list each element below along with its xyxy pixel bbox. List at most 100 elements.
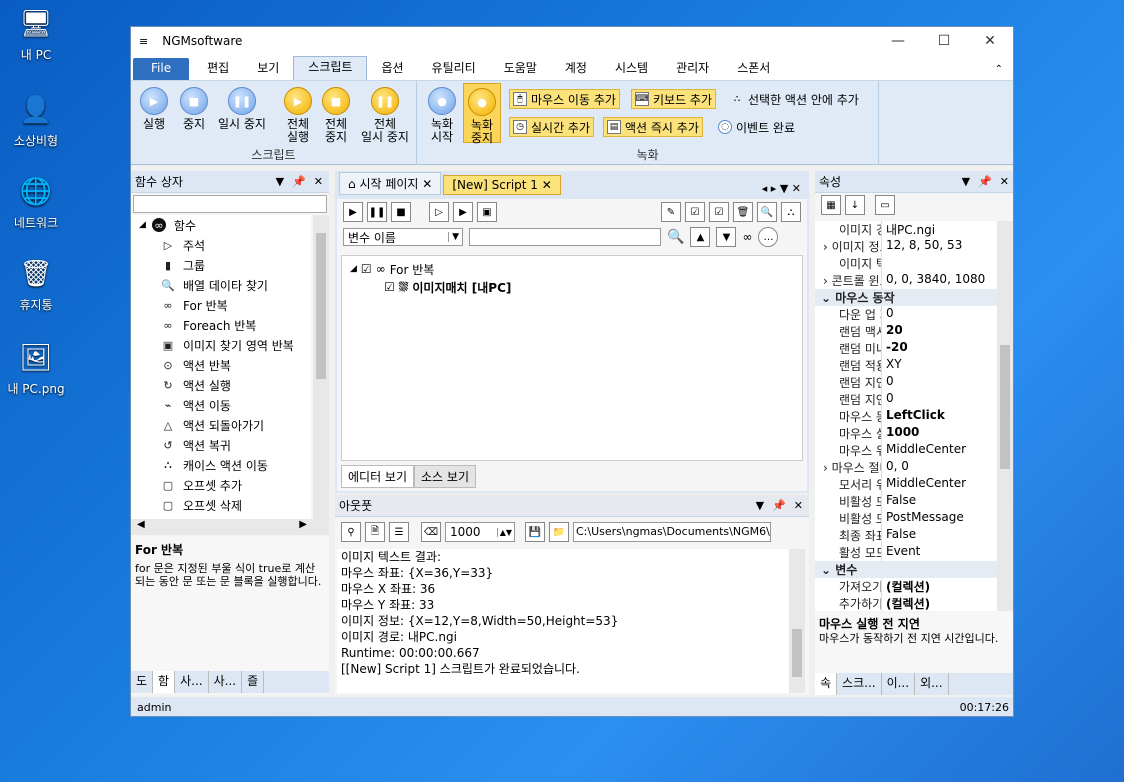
function-item[interactable]: ▣ 이미지 찾기 영역 반복 bbox=[139, 335, 311, 355]
tree-root[interactable]: ◢ ∞ 함수 bbox=[139, 215, 311, 235]
folder-icon[interactable]: 📁 bbox=[549, 522, 569, 542]
up-button[interactable]: ▲ bbox=[690, 227, 711, 247]
function-item[interactable]: △ 액션 되돌아가기 bbox=[139, 415, 311, 435]
menu-sponsor[interactable]: 스폰서 bbox=[723, 58, 784, 80]
record-stop-button[interactable]: ● 녹화 중지 bbox=[463, 83, 501, 145]
pin-icon[interactable]: 📌 bbox=[772, 499, 786, 512]
function-item[interactable]: ⊙ 액션 반복 bbox=[139, 355, 311, 375]
stop-all-button[interactable]: ■ 전체 중지 bbox=[319, 87, 353, 144]
search-icon[interactable]: 🔍 bbox=[757, 202, 777, 222]
property-row[interactable]: 마우스 동작LeftClick bbox=[815, 408, 997, 425]
property-row[interactable]: 이미지 경로내PC.ngi bbox=[815, 221, 997, 238]
log-path-input[interactable]: C:\Users\ngmas\Documents\NGM6\ bbox=[573, 522, 771, 542]
menu-file[interactable]: File bbox=[133, 58, 190, 80]
tab-properties[interactable]: 속 bbox=[815, 673, 838, 695]
function-item[interactable]: ↺ 액션 복귀 bbox=[139, 435, 311, 455]
save-icon[interactable]: 💾 bbox=[525, 522, 545, 542]
run-button[interactable]: ▶ 실행 bbox=[137, 87, 171, 131]
menu-view[interactable]: 보기 bbox=[243, 58, 293, 80]
categorized-icon[interactable]: ▦ bbox=[821, 195, 841, 215]
add-instant-button[interactable]: ▤ 액션 즉시 추가 bbox=[603, 117, 703, 137]
function-item[interactable]: ▢ 오프셋 삭제 bbox=[139, 495, 311, 515]
tab-editor-view[interactable]: 에디터 보기 bbox=[341, 465, 415, 488]
function-item[interactable]: 🔍 배열 데이타 찾기 bbox=[139, 275, 311, 295]
checkbox[interactable]: ☑ bbox=[361, 262, 372, 276]
maximize-button[interactable]: ☐ bbox=[921, 33, 967, 49]
line-count-stepper[interactable]: 1000 ▲▼ bbox=[445, 522, 515, 542]
tree-item-image-match[interactable]: ☑ ⛆ 이미지매치 [내PC] bbox=[350, 278, 794, 296]
add-realtime-button[interactable]: ◷ 실시간 추가 bbox=[509, 117, 595, 137]
variable-value-input[interactable] bbox=[469, 228, 661, 246]
pause-all-button[interactable]: ❚❚ 전체 일시 중지 bbox=[357, 87, 413, 144]
function-item[interactable]: ∞ For 반복 bbox=[139, 295, 311, 315]
variable-select[interactable]: 변수 이름 ▼ bbox=[343, 228, 463, 246]
menu-icon[interactable]: ≡ bbox=[139, 35, 148, 48]
tab-start-page[interactable]: ⌂ 시작 페이지 ✕ bbox=[339, 172, 442, 195]
function-item[interactable]: ▷ 주석 bbox=[139, 235, 311, 255]
add-in-selected-button[interactable]: ⛬ 선택한 액션 안에 추가 bbox=[727, 89, 862, 109]
add-keyboard-button[interactable]: ⌨ 키보드 추가 bbox=[631, 89, 717, 109]
sort-az-icon[interactable]: ↓ bbox=[845, 195, 865, 215]
tab-user-func[interactable]: 사... bbox=[209, 671, 243, 693]
property-pages-icon[interactable]: ▭ bbox=[875, 195, 895, 215]
tab-favorites[interactable]: 즐 bbox=[242, 671, 265, 693]
play-button[interactable]: ▶ bbox=[343, 202, 363, 222]
tab-functions[interactable]: 함 bbox=[153, 671, 176, 693]
desktop-icon-mypc[interactable]: 🖥 내 PC bbox=[0, 6, 76, 63]
property-category[interactable]: ⌄ 변수 bbox=[815, 561, 997, 578]
menu-help[interactable]: 도움말 bbox=[490, 58, 551, 80]
minimize-button[interactable]: — bbox=[875, 33, 921, 49]
add-mouse-move-button[interactable]: 🖱 마우스 이동 추가 bbox=[509, 89, 620, 109]
list-icon[interactable]: ☰ bbox=[389, 522, 409, 542]
close-icon[interactable]: ✕ bbox=[314, 175, 323, 188]
property-row[interactable]: 이미지 텍스트 bbox=[815, 255, 997, 272]
menu-system[interactable]: 시스템 bbox=[601, 58, 662, 80]
step-button[interactable]: ▷ bbox=[429, 202, 449, 222]
property-row[interactable]: 랜덤 미니멈-20 bbox=[815, 340, 997, 357]
step-into-button[interactable]: ▶ bbox=[453, 202, 473, 222]
property-row[interactable]: 모서리 위치MiddleCenter bbox=[815, 476, 997, 493]
loop-icon[interactable]: ∞ bbox=[742, 230, 752, 244]
tab-script1[interactable]: [New] Script 1 ✕ bbox=[443, 175, 561, 195]
edit-icon[interactable]: ✎ bbox=[661, 202, 681, 222]
tab-users[interactable]: 사... bbox=[175, 671, 209, 693]
file-search-icon[interactable]: 🗎 bbox=[365, 522, 385, 542]
desktop-icon-png[interactable]: 🖼 내 PC.png bbox=[0, 340, 76, 397]
menu-utility[interactable]: 유틸리티 bbox=[418, 58, 490, 80]
tab-nav[interactable]: ◂ ▸ ▼ ✕ bbox=[762, 182, 809, 195]
broom-icon[interactable]: ⚲ bbox=[341, 522, 361, 542]
function-item[interactable]: ▮ 그룹 bbox=[139, 255, 311, 275]
expand-icon[interactable]: ◢ bbox=[139, 220, 146, 230]
pause-button[interactable]: ❚❚ 일시 중지 bbox=[215, 87, 269, 131]
check-all-icon[interactable]: ☑ bbox=[709, 202, 729, 222]
property-row[interactable]: 추가하기 (컬렉션) bbox=[815, 595, 997, 611]
eraser-icon[interactable]: ⌫ bbox=[421, 522, 441, 542]
more-button[interactable]: … bbox=[758, 227, 779, 247]
property-row[interactable]: › 콘트롤 윈도우0, 0, 3840, 1080 bbox=[815, 272, 997, 289]
checkbox[interactable]: ☑ bbox=[384, 280, 395, 294]
tab-script[interactable]: 스크... bbox=[837, 673, 882, 695]
function-item[interactable]: ↻ 액션 실행 bbox=[139, 375, 311, 395]
dropdown-icon[interactable]: ▼ bbox=[756, 499, 764, 512]
property-category[interactable]: ⌄ 마우스 동작 bbox=[815, 289, 997, 306]
tab-source-view[interactable]: 소스 보기 bbox=[414, 465, 476, 488]
desktop-icon-network[interactable]: 🌐 네트워크 bbox=[0, 174, 76, 231]
search-input[interactable] bbox=[133, 195, 327, 213]
desktop-icon-recycle[interactable]: 🗑 휴지통 bbox=[0, 256, 76, 313]
stop-button[interactable]: ■ 중지 bbox=[177, 87, 211, 131]
hscrollbar[interactable]: ◀ ▶ bbox=[131, 519, 329, 535]
dropdown-icon[interactable]: ▼ bbox=[276, 175, 284, 188]
property-row[interactable]: 다운 업 지연0 bbox=[815, 306, 997, 323]
scrollbar[interactable] bbox=[313, 215, 329, 519]
delete-icon[interactable]: 🗑 bbox=[733, 202, 753, 222]
menu-account[interactable]: 계정 bbox=[551, 58, 601, 80]
property-row[interactable]: 마우스 위치MiddleCenter bbox=[815, 442, 997, 459]
property-row[interactable]: 랜덤 적용XY bbox=[815, 357, 997, 374]
property-row[interactable]: 마우스 실행1000 bbox=[815, 425, 997, 442]
tab-external[interactable]: 외... bbox=[915, 673, 949, 695]
tab-image[interactable]: 이... bbox=[882, 673, 916, 695]
function-item[interactable]: ⌁ 액션 이동 bbox=[139, 395, 311, 415]
stop-button[interactable]: ■ bbox=[391, 202, 411, 222]
property-row[interactable]: 비활성 모드False bbox=[815, 493, 997, 510]
pause-button[interactable]: ❚❚ bbox=[367, 202, 387, 222]
